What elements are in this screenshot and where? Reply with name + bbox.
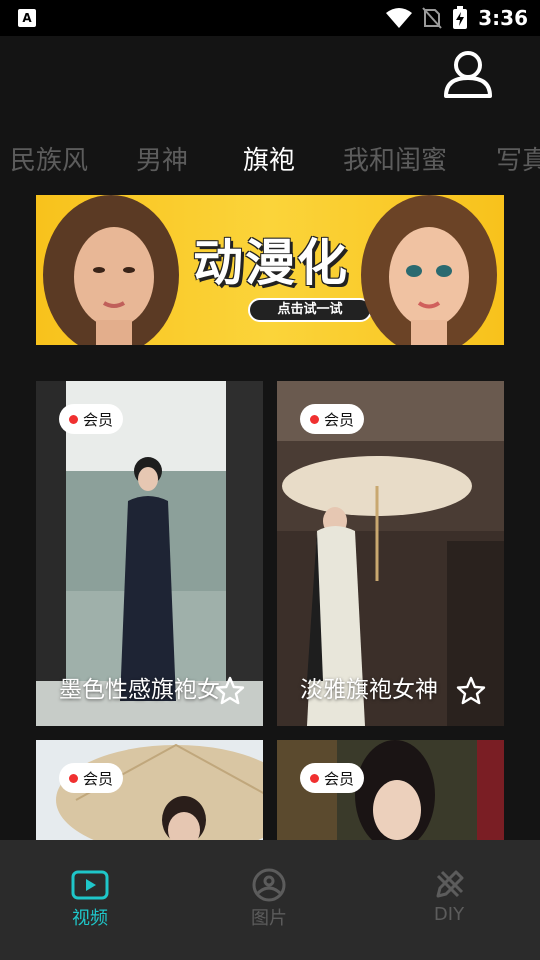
header — [0, 36, 540, 120]
favorite-star-icon[interactable] — [215, 676, 245, 706]
tab-nanshen[interactable]: 男神 — [136, 140, 188, 177]
badge-label: 会员 — [83, 769, 114, 788]
badge-label: 会员 — [83, 410, 114, 429]
video-icon — [71, 870, 109, 900]
user-profile-icon[interactable] — [442, 48, 494, 100]
badge-dot — [310, 773, 319, 783]
category-tabs: 民族风 男神 旗袍 我和闺蜜 写真 — [0, 132, 540, 184]
wifi-icon — [386, 8, 413, 28]
nav-diy[interactable]: DIY — [399, 868, 499, 925]
tab-xiezhen[interactable]: 写真 — [496, 140, 540, 177]
anime-banner[interactable]: 动漫化 点击试一试 — [36, 195, 504, 345]
tab-wohe-guimi[interactable]: 我和闺蜜 — [343, 140, 447, 177]
member-badge: 会员 — [300, 763, 365, 793]
no-sim-icon — [422, 7, 442, 29]
banner-anime-face-image — [361, 195, 497, 345]
nav-video-label: 视频 — [72, 908, 108, 929]
app-notification-icon: A — [18, 9, 36, 27]
nav-diy-label: DIY — [433, 904, 465, 925]
member-badge: 会员 — [59, 763, 124, 793]
badge-dot — [69, 773, 78, 783]
image-icon — [252, 868, 286, 902]
status-icons: 3:36 — [386, 0, 528, 36]
status-time: 3:36 — [478, 6, 528, 30]
template-card[interactable]: 会员 墨色性感旗袍女 — [36, 381, 263, 726]
template-card[interactable]: 会员 — [36, 740, 263, 840]
badge-dot — [69, 414, 78, 424]
template-card[interactable]: 会员 — [277, 740, 504, 840]
banner-title: 动漫化 — [193, 234, 349, 292]
card-title: 淡雅旗袍女神 — [300, 677, 438, 703]
template-card[interactable]: 会员 淡雅旗袍女神 — [277, 381, 504, 726]
card-title: 墨色性感旗袍女 — [59, 677, 220, 703]
diy-pencil-icon — [436, 870, 464, 898]
favorite-star-icon[interactable] — [456, 676, 486, 706]
badge-label: 会员 — [324, 410, 355, 429]
member-badge: 会员 — [300, 404, 365, 434]
bottom-navigation: 视频 图片 DIY — [0, 840, 540, 960]
tab-minzufeng[interactable]: 民族风 — [10, 140, 88, 177]
member-badge: 会员 — [59, 404, 124, 434]
banner-real-face-image — [43, 195, 179, 345]
nav-image-label: 图片 — [251, 908, 287, 929]
badge-label: 会员 — [324, 769, 355, 788]
nav-video[interactable]: 视频 — [40, 868, 140, 930]
status-bar: A 3:36 — [0, 0, 540, 36]
tab-qipao[interactable]: 旗袍 — [243, 140, 295, 177]
battery-charging-icon — [453, 6, 468, 29]
nav-image[interactable]: 图片 — [219, 868, 319, 930]
badge-dot — [310, 414, 319, 424]
